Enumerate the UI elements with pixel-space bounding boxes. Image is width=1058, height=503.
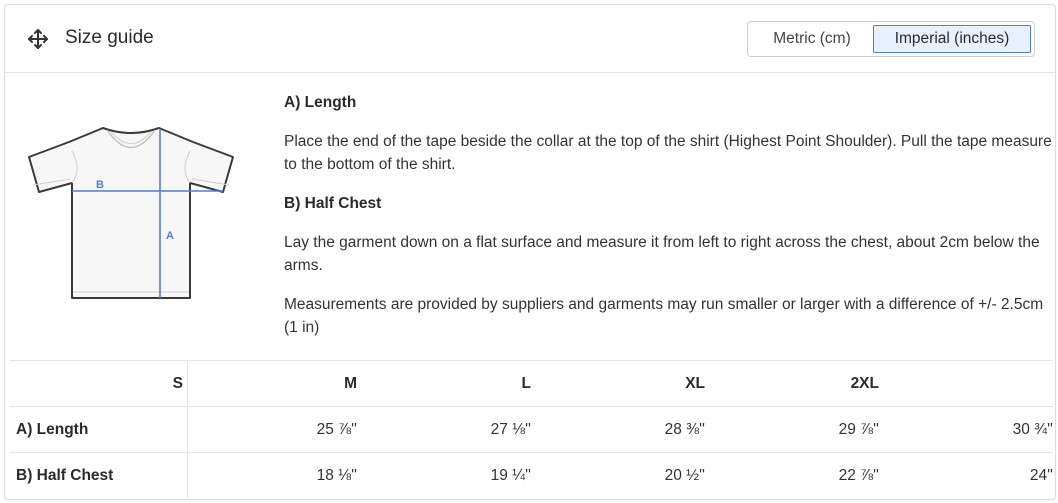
length-value-m: 27 ⅛'' <box>490 421 531 438</box>
metric-unit-button[interactable]: Metric (cm) <box>751 25 873 53</box>
row-label-half-chest: B) Half Chest <box>16 467 114 484</box>
length-value-s: 25 ⅞'' <box>316 421 357 438</box>
length-value-xl: 29 ⅞'' <box>838 421 879 438</box>
half-chest-value-2xl: 24'' <box>1029 467 1053 484</box>
half-chest-description: Lay the garment down on a flat surface a… <box>284 234 1040 274</box>
label-b: B <box>96 179 104 191</box>
length-heading: A) Length <box>284 94 357 111</box>
size-header-m: M <box>344 375 357 392</box>
row-label-length: A) Length <box>16 421 89 438</box>
tshirt-measurement-diagram: B A <box>28 127 234 299</box>
measurement-disclaimer: Measurements are provided by suppliers a… <box>284 296 1044 336</box>
size-header-2xl: 2XL <box>850 375 879 392</box>
size-header-l: L <box>521 375 531 392</box>
dialog-header: Size guide Metric (cm) Imperial (inches) <box>5 5 1055 73</box>
length-value-l: 28 ⅜'' <box>664 421 705 438</box>
half-chest-heading: B) Half Chest <box>284 195 382 212</box>
dialog-title: Size guide <box>65 27 154 48</box>
length-value-2xl: 30 ¾'' <box>1012 421 1053 438</box>
size-guide-dialog: Size guide Metric (cm) Imperial (inches)… <box>4 4 1056 500</box>
unit-toggle: Metric (cm) Imperial (inches) <box>747 21 1035 57</box>
size-header-xl: XL <box>685 375 705 392</box>
half-chest-value-xl: 22 ⅞'' <box>838 467 879 484</box>
half-chest-value-l: 20 ½'' <box>664 467 705 484</box>
size-header-row: S M L XL 2XL <box>10 361 1053 407</box>
move-icon[interactable] <box>27 28 49 50</box>
size-table: S M L XL 2XL A) Length 25 ⅞'' 27 ⅛'' 28 … <box>10 360 1053 499</box>
size-header-s: S <box>172 375 183 392</box>
length-description: Place the end of the tape beside the col… <box>284 133 1052 173</box>
table-row: A) Length 25 ⅞'' 27 ⅛'' 28 ⅜'' 29 ⅞'' 30… <box>10 407 1053 453</box>
table-row: B) Half Chest 18 ⅛'' 19 ¼'' 20 ½'' 22 ⅞'… <box>10 453 1053 499</box>
label-a: A <box>166 230 174 242</box>
half-chest-value-m: 19 ¼'' <box>490 467 531 484</box>
imperial-unit-button[interactable]: Imperial (inches) <box>873 25 1031 53</box>
half-chest-value-s: 18 ⅛'' <box>316 467 357 484</box>
measurement-instructions: A) Length Place the end of the tape besi… <box>284 91 1054 339</box>
